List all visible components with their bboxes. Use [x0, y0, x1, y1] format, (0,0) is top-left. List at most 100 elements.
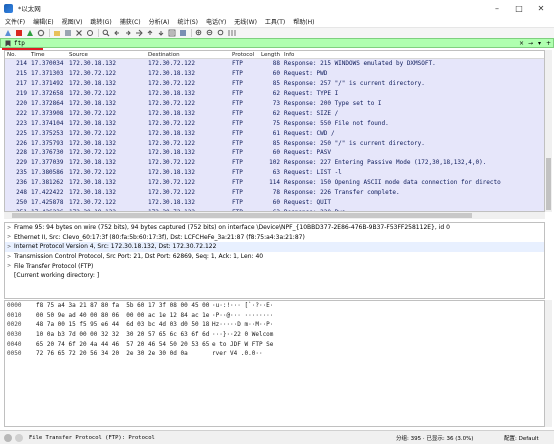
find-packet-icon[interactable]: [102, 29, 110, 37]
column-header-time[interactable]: Time: [31, 52, 69, 58]
packet-list-hscrollbar[interactable]: [4, 212, 545, 219]
save-file-icon[interactable]: [64, 29, 72, 37]
packet-list-scrollbar[interactable]: [545, 50, 552, 212]
detail-tree-item[interactable]: [Current working directory: ]: [5, 271, 544, 281]
hex-dump-row[interactable]: 0030 10 0a b3 7d 00 00 32 32 30 20 57 65 …: [5, 330, 544, 340]
forward-icon[interactable]: [124, 29, 132, 37]
clear-filter-icon[interactable]: ×: [517, 39, 526, 47]
reload-icon[interactable]: [86, 29, 94, 37]
menu-file[interactable]: 文件(F): [5, 17, 25, 26]
hex-dump-row[interactable]: 0020 48 7a 00 15 f5 95 e6 44 6d 03 bc 4d …: [5, 320, 544, 330]
first-packet-icon[interactable]: [146, 29, 154, 37]
packet-row[interactable]: 220 17.372864 172.30.18.132 172.30.72.122 FT…: [5, 98, 544, 109]
resize-columns-icon[interactable]: [228, 29, 236, 37]
packet-row[interactable]: 223 17.374104 172.30.18.132 172.30.72.122 FT…: [5, 118, 544, 129]
detail-tree-item[interactable]: > Internet Protocol Version 4, Src: 172.3…: [5, 242, 544, 252]
column-header-no[interactable]: No.: [5, 52, 31, 58]
last-packet-icon[interactable]: [157, 29, 165, 37]
display-filter-input[interactable]: [12, 39, 517, 47]
packet-row[interactable]: 248 17.422422 172.30.18.132 172.30.72.122 FT…: [5, 187, 544, 198]
packet-row[interactable]: 225 17.375253 172.30.72.122 172.30.18.132 FT…: [5, 128, 544, 139]
expand-chevron-icon[interactable]: >: [7, 234, 14, 240]
open-file-icon[interactable]: [53, 29, 61, 37]
packet-row[interactable]: 226 17.375793 172.30.18.132 172.30.72.122 FT…: [5, 138, 544, 149]
shark-fin-start-icon[interactable]: [4, 29, 12, 37]
menu-go[interactable]: 跳转(G): [90, 17, 111, 26]
expand-chevron-icon[interactable]: >: [7, 263, 14, 269]
capture-comment-icon[interactable]: [15, 433, 23, 442]
go-to-packet-icon[interactable]: [135, 29, 143, 37]
expand-chevron-icon[interactable]: >: [7, 254, 14, 260]
menu-statistics[interactable]: 统计(S): [177, 17, 198, 26]
byte-offset: 0020: [7, 321, 22, 329]
packet-row[interactable]: 250 17.425878 172.30.72.122 172.30.18.132 FT…: [5, 197, 544, 208]
menu-edit[interactable]: 编辑(E): [33, 17, 53, 26]
menu-help[interactable]: 帮助(H): [293, 17, 314, 26]
column-header-info[interactable]: Info: [284, 52, 544, 58]
detail-tree-item[interactable]: > Transmission Control Protocol, Src Port…: [5, 252, 544, 262]
zoom-out-icon[interactable]: [206, 29, 214, 37]
packet-details-pane[interactable]: > Frame 95: 94 bytes on wire (752 bits), …: [4, 222, 545, 299]
autoscroll-icon[interactable]: [168, 29, 176, 37]
column-header-protocol[interactable]: Protocol: [232, 52, 261, 58]
byte-rows: 0000 f8 75 a4 3a 21 87 80 fa 5b 60 17 3f …: [5, 301, 544, 359]
stop-icon[interactable]: [15, 29, 23, 37]
expert-info-icon[interactable]: [4, 433, 12, 442]
packet-row[interactable]: 236 17.381262 172.30.18.132 172.30.72.122 FT…: [5, 177, 544, 188]
maximize-icon[interactable]: □: [508, 0, 530, 16]
expand-chevron-icon[interactable]: >: [7, 244, 14, 250]
detail-tree-item[interactable]: > Ethernet II, Src: Clevo_60:17:3f (80:fa…: [5, 233, 544, 243]
packet-row[interactable]: 235 17.380586 172.30.72.122 172.30.18.132 FT…: [5, 167, 544, 178]
packet-bytes-pane[interactable]: 0000 f8 75 a4 3a 21 87 80 fa 5b 60 17 3f …: [4, 300, 545, 427]
menu-capture[interactable]: 捕获(C): [120, 17, 141, 26]
menu-telephony[interactable]: 电话(Y): [206, 17, 226, 26]
status-profile[interactable]: 配置: Default: [504, 431, 539, 444]
colorize-icon[interactable]: [179, 29, 187, 37]
packet-protocol: FTP: [232, 198, 243, 206]
hex-bytes: 65 20 74 6f 20 4a 44 46 57 20 46 54 50 2…: [36, 340, 210, 348]
column-header-source[interactable]: Source: [69, 52, 148, 58]
back-icon[interactable]: [113, 29, 121, 37]
menu-wireless[interactable]: 无线(W): [234, 17, 257, 26]
packet-row[interactable]: 217 17.371492 172.30.18.132 172.30.72.122 FT…: [5, 78, 544, 89]
packet-source: 172.30.72.122: [69, 70, 116, 78]
expand-chevron-icon[interactable]: >: [7, 225, 14, 231]
filter-bookmark-icon[interactable]: [3, 39, 12, 47]
hex-dump-row[interactable]: 0010 00 50 9e ad 40 00 80 06 00 00 ac 1e …: [5, 311, 544, 321]
packet-no: 228: [16, 149, 27, 157]
packet-list-scroll-thumb[interactable]: [546, 158, 551, 210]
menu-tools[interactable]: 工具(T): [265, 17, 285, 26]
menu-view[interactable]: 视图(V): [62, 17, 83, 26]
minimize-icon[interactable]: –: [486, 0, 508, 16]
packet-time: 17.371303: [31, 70, 64, 78]
hex-dump-row[interactable]: 0000 f8 75 a4 3a 21 87 80 fa 5b 60 17 3f …: [5, 301, 544, 311]
options-gear-icon[interactable]: [37, 29, 45, 37]
packet-row[interactable]: 229 17.377039 172.30.18.132 172.30.72.122 FT…: [5, 157, 544, 168]
packet-list-hscroll-thumb[interactable]: [12, 213, 472, 218]
packet-row[interactable]: 228 17.376730 172.30.72.122 172.30.18.132 FT…: [5, 148, 544, 158]
close-file-icon[interactable]: [75, 29, 83, 37]
column-header-destination[interactable]: Destination: [148, 52, 232, 58]
apply-filter-icon[interactable]: →: [526, 39, 535, 47]
hex-dump-row[interactable]: 0040 65 20 74 6f 20 4a 44 46 57 20 46 54 …: [5, 339, 544, 349]
hex-bytes: 48 7a 00 15 f5 95 e6 44 6d 03 bc 4d 03 d…: [36, 321, 210, 329]
bytes-scrollbar[interactable]: [545, 300, 552, 427]
packet-row[interactable]: 219 17.372658 172.30.72.122 172.30.18.132 FT…: [5, 88, 544, 99]
packet-info: Response: 215 WINDOWS emulated by DXMSOF…: [284, 60, 436, 68]
zoom-in-icon[interactable]: [195, 29, 203, 37]
packet-list-pane[interactable]: No. Time Source Destination Protocol Len…: [4, 50, 545, 212]
hex-dump-row[interactable]: 0050 72 76 65 72 20 56 34 20 2e 30 2e 30 …: [5, 349, 544, 359]
detail-tree-item[interactable]: > Frame 95: 94 bytes on wire (752 bits), …: [5, 223, 544, 233]
packet-row[interactable]: 215 17.371303 172.30.72.122 172.30.18.132 FT…: [5, 68, 544, 79]
add-filter-button-icon[interactable]: +: [544, 39, 553, 47]
normal-size-icon[interactable]: [217, 29, 225, 37]
detail-tree-item[interactable]: > File Transfer Protocol (FTP): [5, 261, 544, 271]
packet-time: 17.422422: [31, 189, 64, 197]
column-header-length[interactable]: Length: [261, 52, 284, 58]
filter-dropdown-icon[interactable]: ▾: [535, 39, 544, 47]
close-icon[interactable]: ✕: [530, 0, 552, 16]
packet-row[interactable]: 222 17.373908 172.30.72.122 172.30.18.132 FT…: [5, 108, 544, 119]
restart-icon[interactable]: [26, 29, 34, 37]
packet-row[interactable]: 214 17.370034 172.30.18.132 172.30.72.122 FT…: [5, 59, 544, 69]
menu-analyze[interactable]: 分析(A): [149, 17, 170, 26]
